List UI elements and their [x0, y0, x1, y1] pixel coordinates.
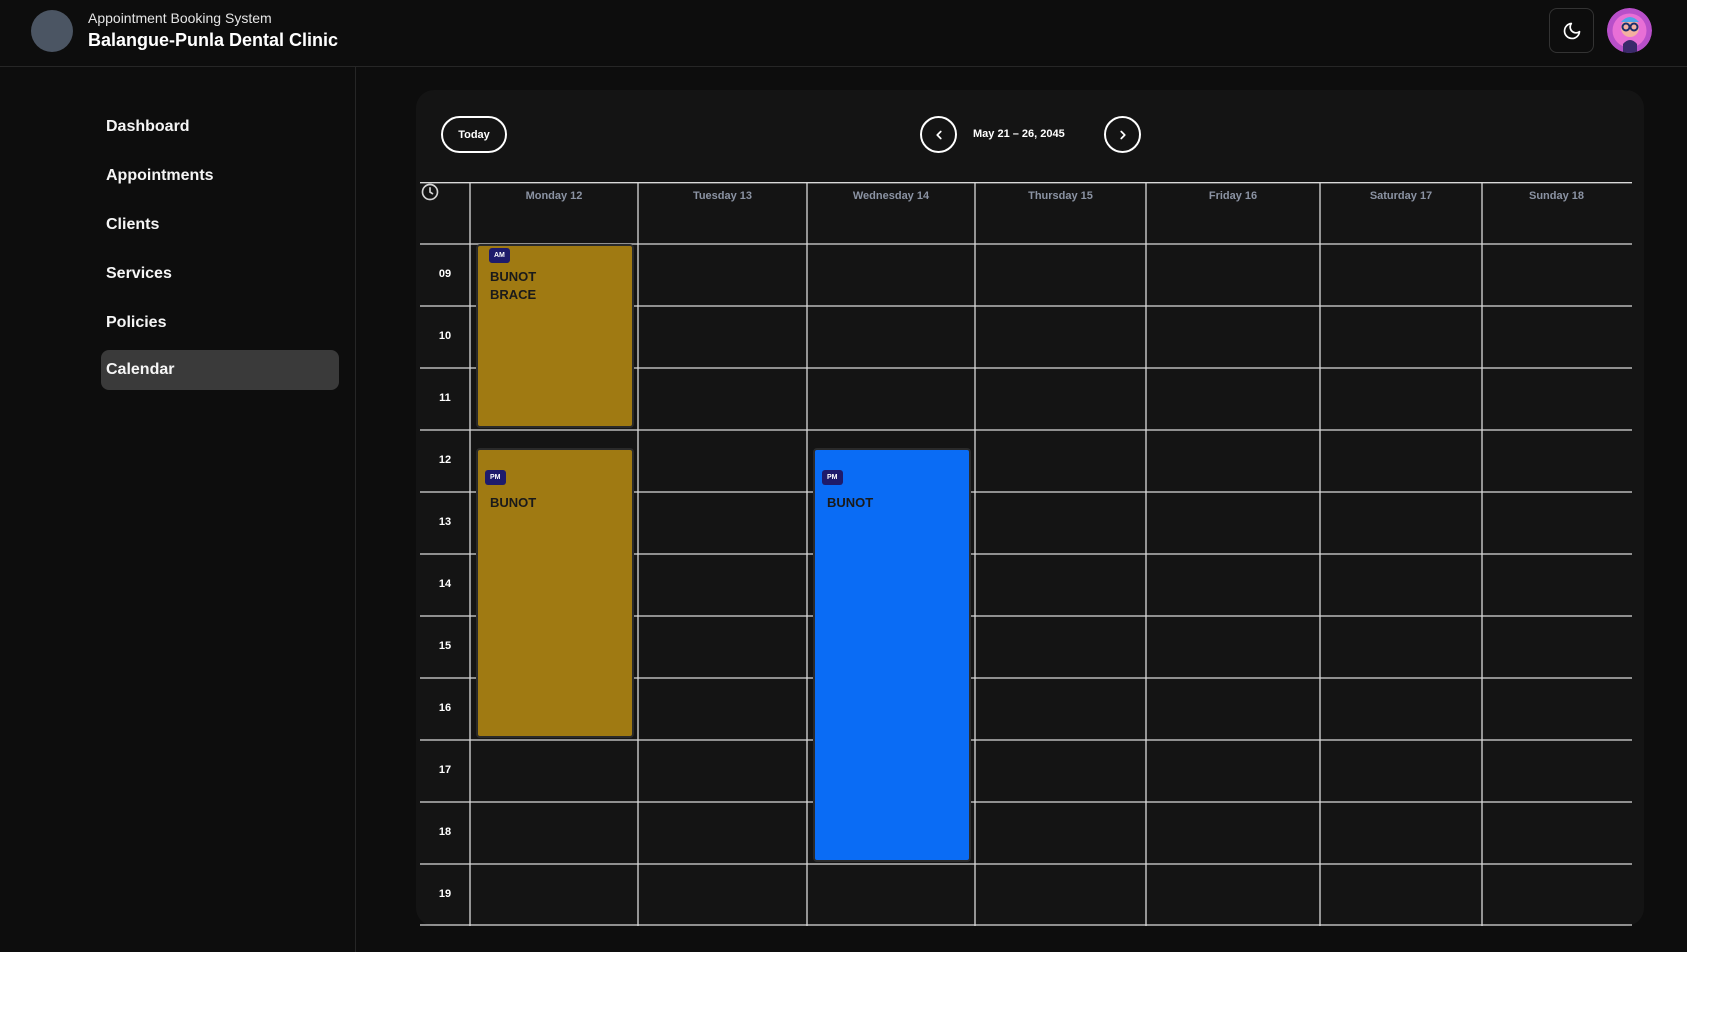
- hour-label: 18: [438, 826, 452, 838]
- week-grid: Monday 12 Tuesday 13 Wednesday 14 Thursday …: [420, 182, 1632, 926]
- day-header: Wednesday 14: [852, 190, 930, 202]
- event-title: BUNOT: [827, 495, 874, 510]
- date-range-label: May 21 – 26, 2045: [973, 128, 1065, 140]
- event-title: BUNOT: [490, 495, 537, 510]
- clinic-title: Balangue-Punla Dental Clinic: [88, 30, 339, 50]
- sidebar-item-clients[interactable]: Clients: [101, 205, 339, 245]
- hour-label: 17: [438, 764, 452, 776]
- event-title: BUNOT BRACE: [490, 269, 537, 302]
- sidebar-item-calendar[interactable]: Calendar: [101, 350, 339, 390]
- user-avatar[interactable]: [1607, 8, 1652, 53]
- day-header: Friday 16: [1208, 190, 1258, 202]
- hour-label: 15: [438, 640, 452, 652]
- sidebar-item-appointments[interactable]: Appointments: [101, 156, 339, 196]
- hour-label: 09: [438, 268, 452, 280]
- calendar-panel: Today May 21 – 26, 2045 Monday 12 Tuesday…: [416, 90, 1644, 926]
- appointment-event[interactable]: AM BUNOT BRACE: [476, 244, 634, 428]
- app-window: Appointment Booking System Balangue-Punl…: [0, 0, 1687, 952]
- day-header: Tuesday 13: [692, 190, 753, 202]
- hour-label: 10: [438, 330, 452, 342]
- period-badge: PM: [485, 470, 506, 485]
- today-button[interactable]: Today: [441, 116, 507, 153]
- sidebar-item-dashboard[interactable]: Dashboard: [101, 107, 339, 147]
- sidebar-item-policies[interactable]: Policies: [101, 303, 339, 343]
- hour-label: 16: [438, 702, 452, 714]
- day-header: Thursday 15: [1028, 190, 1093, 202]
- prev-week-button[interactable]: [920, 116, 957, 153]
- day-header: Sunday 18: [1528, 190, 1585, 202]
- sidebar-item-services[interactable]: Services: [101, 254, 339, 294]
- sidebar: Dashboard Appointments Clients Services …: [0, 67, 356, 952]
- next-week-button[interactable]: [1104, 116, 1141, 153]
- clock-icon: [421, 183, 439, 201]
- app-subtitle: Appointment Booking System: [88, 10, 272, 26]
- period-badge: AM: [489, 248, 510, 263]
- hour-label: 11: [439, 392, 451, 404]
- hour-label: 12: [438, 454, 452, 466]
- chevron-right-icon: [1119, 130, 1126, 139]
- day-header: Monday 12: [525, 190, 583, 202]
- hour-label: 19: [438, 888, 452, 900]
- day-header: Saturday 17: [1369, 190, 1433, 202]
- moon-icon: [1563, 22, 1580, 39]
- theme-toggle-button[interactable]: [1549, 8, 1594, 53]
- clinic-logo: [31, 10, 73, 52]
- appointment-event[interactable]: PM BUNOT: [813, 448, 971, 862]
- hour-label: 13: [438, 516, 452, 528]
- chevron-left-icon: [935, 130, 942, 139]
- period-badge: PM: [822, 470, 843, 485]
- top-header: Appointment Booking System Balangue-Punl…: [0, 0, 1687, 67]
- hour-label: 14: [438, 578, 452, 590]
- appointment-event[interactable]: PM BUNOT: [476, 448, 634, 738]
